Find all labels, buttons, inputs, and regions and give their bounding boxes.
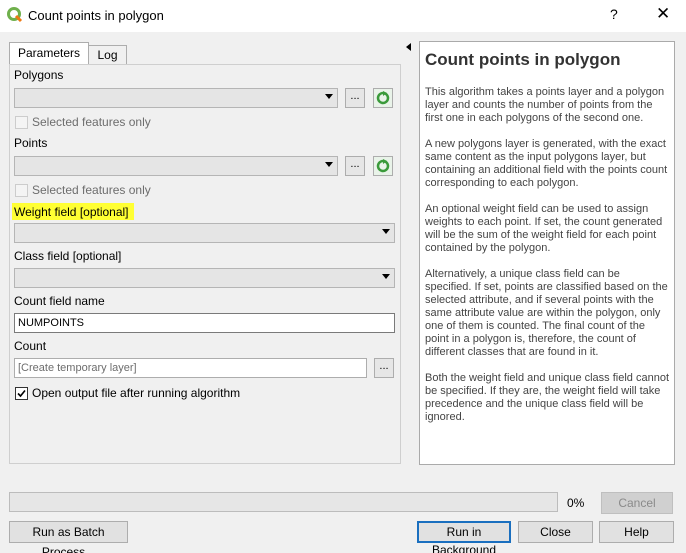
chevron-down-icon — [382, 229, 390, 234]
tab-log[interactable]: Log — [88, 45, 127, 65]
count-output-browse-button[interactable]: ... — [374, 358, 394, 378]
weight-field-label: Weight field [optional] — [14, 205, 129, 219]
close-button[interactable]: Close — [518, 521, 593, 543]
help-paragraph: Alternatively, a unique class field can … — [425, 268, 668, 358]
count-output-label: Count — [14, 339, 47, 353]
refresh-icon — [376, 159, 390, 173]
points-browse-button[interactable]: ... — [345, 156, 365, 176]
collapse-left-icon[interactable] — [405, 42, 413, 52]
weight-field-combo[interactable] — [14, 223, 395, 243]
help-paragraph: This algorithm takes a points layer and … — [425, 86, 665, 124]
close-icon[interactable]: ✕ — [656, 4, 670, 24]
cancel-button[interactable]: Cancel — [601, 492, 673, 514]
help-paragraph: A new polygons layer is generated, with … — [425, 138, 668, 189]
progress-percent: 0% — [567, 496, 585, 510]
title-bar: Count points in polygon ? ✕ — [0, 0, 686, 32]
run-in-background-button[interactable]: Run in Background — [417, 521, 511, 553]
chevron-down-icon — [325, 162, 333, 167]
polygons-label: Polygons — [14, 68, 64, 82]
help-question-icon[interactable]: ? — [610, 6, 618, 22]
polygons-combo[interactable] — [14, 88, 338, 108]
count-field-name-input[interactable]: NUMPOINTS — [14, 313, 395, 333]
class-field-combo[interactable] — [14, 268, 395, 288]
help-paragraph: An optional weight field can be used to … — [425, 203, 663, 254]
polygons-iterate-button[interactable] — [373, 88, 393, 108]
qgis-logo-icon — [7, 7, 23, 23]
open-output-checkbox[interactable] — [15, 387, 28, 400]
checkmark-icon — [17, 389, 26, 398]
chevron-down-icon — [382, 274, 390, 279]
polygons-browse-button[interactable]: ... — [345, 88, 365, 108]
help-heading: Count points in polygon — [425, 50, 621, 69]
points-selected-only-checkbox[interactable] — [15, 184, 28, 197]
help-panel: Count points in polygon This algorithm t… — [419, 41, 675, 465]
points-selected-only-label: Selected features only — [32, 183, 151, 197]
window-title: Count points in polygon — [28, 8, 164, 23]
class-field-label: Class field [optional] — [14, 249, 122, 263]
polygons-selected-only-label: Selected features only — [32, 115, 151, 129]
progress-bar — [9, 492, 558, 512]
points-iterate-button[interactable] — [373, 156, 393, 176]
help-paragraph: Both the weight field and unique class f… — [425, 372, 669, 423]
help-button[interactable]: Help — [599, 521, 674, 543]
refresh-icon — [376, 91, 390, 105]
chevron-down-icon — [325, 94, 333, 99]
tab-parameters[interactable]: Parameters — [9, 42, 89, 65]
open-output-label: Open output file after running algorithm — [32, 386, 241, 400]
count-output-input[interactable]: [Create temporary layer] — [14, 358, 367, 378]
count-field-name-label: Count field name — [14, 294, 105, 308]
points-label: Points — [14, 136, 48, 150]
polygons-selected-only-checkbox[interactable] — [15, 116, 28, 129]
points-combo[interactable] — [14, 156, 338, 176]
run-batch-button[interactable]: Run as Batch Process... — [9, 521, 128, 553]
